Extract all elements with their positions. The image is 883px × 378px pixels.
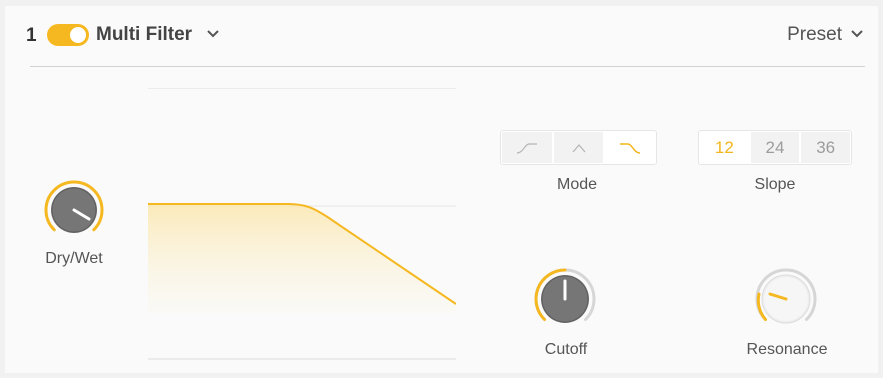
mode-selector [500,130,657,165]
preset-menu[interactable]: Preset [787,24,842,46]
header-divider [30,66,865,67]
slot-number: 1 [26,25,37,46]
chevron-down-icon[interactable] [206,29,220,39]
lowpass-icon [620,142,641,154]
slope-label: Slope [754,176,796,193]
slope-selector: 12 24 36 [698,130,852,165]
mode-bandpass-button[interactable] [553,132,604,163]
effect-title[interactable]: Multi Filter [96,24,192,46]
cutoff-label: Cutoff [544,341,588,358]
bandpass-icon [572,143,585,152]
cutoff-knob[interactable] [527,261,603,337]
mode-label: Mode [556,176,598,193]
response-fill [148,204,456,313]
filter-response-graph[interactable] [148,88,456,360]
resonance-label: Resonance [746,341,828,358]
dry-wet-knob[interactable] [37,173,111,247]
toggle-knob [70,27,86,43]
dry-wet-label: Dry/Wet [45,250,103,267]
preset-chevron-down-icon[interactable] [850,29,864,39]
resonance-knob[interactable] [748,261,824,337]
mode-highpass-button[interactable] [502,132,552,163]
slope-36-button[interactable]: 36 [801,132,851,163]
highpass-icon [516,142,537,154]
slope-24-button[interactable]: 24 [750,132,800,163]
enable-toggle[interactable] [47,24,89,46]
multi-filter-panel: 1 Multi Filter Preset Dry/Wet Mode 12 24… [5,6,878,373]
header: 1 Multi Filter Preset [5,6,878,66]
slope-12-button[interactable]: 12 [700,132,749,163]
mode-lowpass-button[interactable] [605,132,656,163]
